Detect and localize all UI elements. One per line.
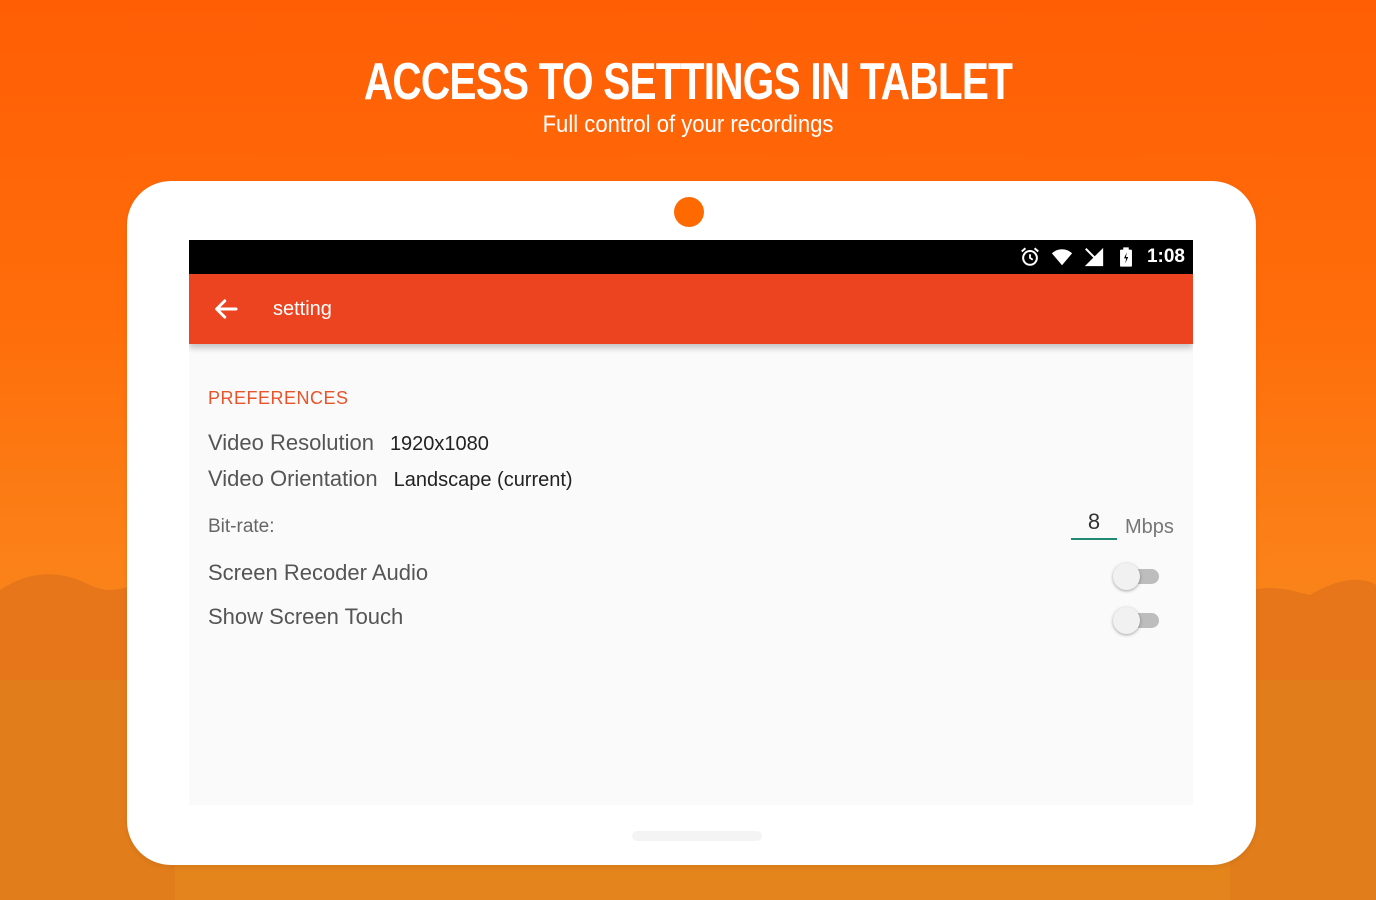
tablet-home-indicator (632, 831, 762, 841)
tablet-frame: 1:08 setting PREFERENCES Video Resolutio… (127, 181, 1256, 865)
video-orientation-value[interactable]: Landscape (current) (394, 469, 573, 492)
bitrate-unit: Mbps (1125, 516, 1174, 538)
video-orientation-label: Video Orientation (208, 466, 378, 491)
app-bar-title: setting (273, 297, 332, 320)
promo-headline: ACCESS TO SETTINGS IN TABLET (363, 53, 1013, 111)
screen-recorder-audio-switch[interactable] (1111, 561, 1163, 591)
wifi-icon (1051, 249, 1073, 266)
screen-recorder-audio-label: Screen Recoder Audio (208, 560, 429, 585)
alarm-icon (1021, 247, 1039, 266)
status-time: 1:08 (1146, 246, 1185, 267)
promo-subheadline: Full control of your recordings (542, 111, 834, 138)
switch-thumb (1113, 563, 1140, 590)
show-screen-touch-switch[interactable] (1111, 605, 1163, 635)
video-resolution-value[interactable]: 1920x1080 (390, 433, 489, 456)
signal-icon (1084, 247, 1104, 267)
switch-thumb (1113, 607, 1140, 634)
app-bar: setting (189, 274, 1193, 344)
tablet-screen: 1:08 setting PREFERENCES Video Resolutio… (189, 240, 1193, 805)
section-header-preferences: PREFERENCES (208, 388, 349, 408)
status-bar: 1:08 (189, 240, 1193, 274)
bitrate-label: Bit-rate: (208, 516, 275, 537)
arrow-back-icon[interactable] (211, 294, 241, 324)
tablet-camera-dot (674, 197, 704, 227)
video-resolution-label: Video Resolution (208, 430, 374, 455)
bitrate-input[interactable] (1071, 506, 1117, 540)
battery-icon (1120, 247, 1132, 267)
video-resolution-row[interactable]: Video Resolution 1920x1080 (208, 430, 489, 456)
video-orientation-row[interactable]: Video Orientation Landscape (current) (208, 466, 573, 492)
show-screen-touch-label: Show Screen Touch (208, 604, 404, 629)
